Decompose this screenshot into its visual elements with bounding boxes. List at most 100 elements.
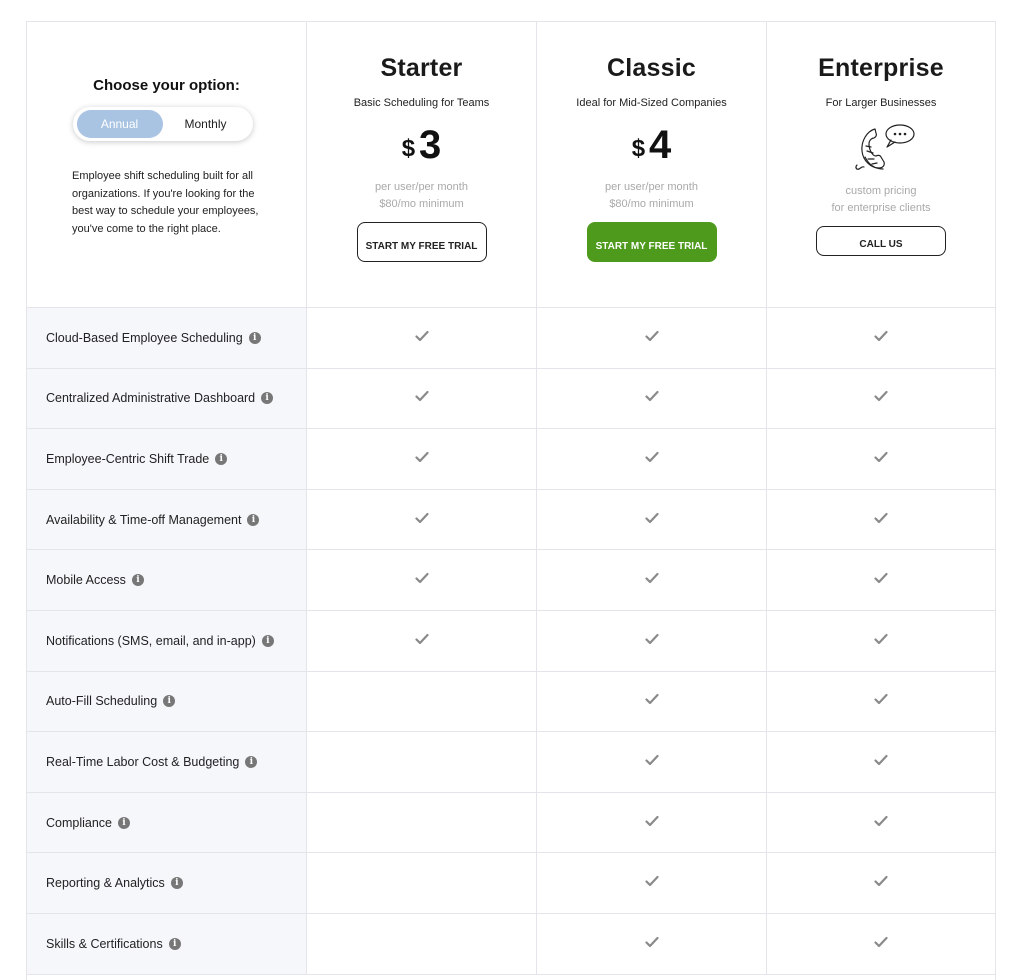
feature-cell-starter [307, 913, 537, 974]
call-us-button[interactable]: CALL US [816, 226, 946, 256]
checkmark-icon [414, 450, 429, 468]
feature-row: Employee-Centric Shift Trade i [27, 429, 995, 490]
option-selector-panel: Choose your option: Annual Monthly Emplo… [27, 22, 307, 307]
checkmark-icon [874, 329, 888, 347]
feature-cell-classic [537, 550, 767, 610]
checkmark-icon [414, 329, 429, 347]
info-icon[interactable]: i [118, 816, 131, 829]
info-icon[interactable]: i [248, 331, 261, 344]
feature-label-cell: Centralized Administrative Dashboard i [27, 368, 307, 429]
feature-label: Reporting & Analytics [46, 876, 165, 891]
start-free-trial-button[interactable]: START MY FREE TRIAL [356, 222, 487, 262]
plan-subtitle: For Larger Businesses [825, 97, 937, 109]
feature-cell-classic [537, 671, 767, 732]
plan-name: Classic [607, 54, 696, 82]
feature-label: Skills & Certifications [46, 936, 163, 951]
plan-name: Starter [380, 54, 463, 82]
option-title: Choose your option: [93, 77, 240, 94]
feature-cell-enterprise [767, 369, 995, 429]
feature-cell-classic [537, 913, 767, 974]
info-icon[interactable]: i [247, 513, 260, 526]
billing-toggle[interactable]: Annual Monthly [72, 107, 253, 141]
checkmark-icon [644, 389, 659, 407]
feature-cell-starter [307, 610, 537, 671]
info-icon[interactable]: i [261, 634, 274, 647]
plan-note: custom pricing for enterprise clients [767, 183, 995, 217]
info-icon[interactable]: i [170, 877, 183, 890]
pricing-header-row: Choose your option: Annual Monthly Emplo… [27, 22, 995, 308]
feature-cell-enterprise [767, 853, 995, 913]
checkmark-icon [414, 571, 429, 589]
feature-label: Mobile Access [46, 573, 126, 588]
info-icon[interactable]: i [163, 695, 176, 708]
price-amount: 4 [649, 123, 672, 167]
feature-row: Availability & Time-off Management i [27, 489, 995, 551]
feature-cell-classic [537, 853, 767, 913]
checkmark-icon [874, 814, 888, 832]
feature-rows: Cloud-Based Employee Scheduling i Centrali… [27, 308, 995, 975]
feature-label: Notifications (SMS, email, and in-app) [46, 633, 256, 648]
info-icon[interactable]: i [168, 937, 181, 950]
feature-label-cell: Skills & Certifications i [27, 913, 307, 974]
checkmark-icon [414, 632, 429, 650]
info-icon[interactable]: i [245, 755, 258, 768]
feature-row: Cloud-Based Employee Scheduling i [27, 308, 995, 369]
feature-cell-enterprise [767, 490, 995, 550]
checkmark-icon [874, 632, 888, 650]
checkmark-icon [874, 753, 888, 771]
phone-chat-icon [767, 121, 995, 171]
feature-cell-enterprise [767, 550, 995, 610]
feature-cell-starter [307, 308, 537, 368]
feature-cell-enterprise [767, 611, 995, 671]
checkmark-icon [644, 692, 659, 710]
checkmark-icon [874, 935, 888, 953]
feature-cell-starter [307, 732, 537, 792]
plan-starter: Starter Basic Scheduling for Teams $ 3 p… [307, 22, 537, 307]
feature-label-cell: Real-Time Labor Cost & Budgeting i [27, 732, 307, 792]
feature-cell-classic [537, 792, 767, 853]
feature-cell-classic [537, 489, 767, 550]
feature-cell-enterprise [767, 732, 995, 792]
feature-cell-classic [537, 429, 767, 489]
plan-note-line1: per user/per month [375, 181, 468, 193]
info-icon[interactable]: i [261, 392, 274, 405]
feature-label: Cloud-Based Employee Scheduling [46, 330, 243, 345]
feature-cell-enterprise [767, 672, 995, 732]
feature-cell-classic [537, 610, 767, 671]
plan-note-line2: $80/mo minimum [379, 198, 464, 210]
feature-label-cell: Cloud-Based Employee Scheduling i [27, 308, 307, 368]
plan-price: $ 4 [537, 123, 766, 167]
feature-row: Compliance i [27, 792, 995, 854]
feature-cell-enterprise [767, 793, 995, 853]
feature-cell-starter [307, 429, 537, 489]
checkmark-icon [644, 450, 659, 468]
toggle-annual[interactable]: Annual [76, 110, 163, 138]
plan-note-line2: $80/mo minimum [609, 198, 694, 210]
checkmark-icon [644, 329, 659, 347]
checkmark-icon [414, 389, 429, 407]
price-amount: 3 [419, 123, 442, 167]
feature-label: Employee-Centric Shift Trade [46, 451, 210, 466]
plan-classic: Classic Ideal for Mid-Sized Companies $ … [537, 22, 767, 307]
feature-label: Centralized Administrative Dashboard [46, 391, 256, 406]
feature-cell-starter [307, 368, 537, 429]
checkmark-icon [874, 692, 888, 710]
feature-row: Real-Time Labor Cost & Budgeting i [27, 732, 995, 793]
feature-label-cell: Employee-Centric Shift Trade i [27, 429, 307, 489]
currency-symbol: $ [401, 135, 416, 162]
info-icon[interactable]: i [131, 574, 144, 587]
checkmark-icon [644, 632, 659, 650]
info-icon[interactable]: i [215, 452, 228, 465]
plan-enterprise: Enterprise For Larger Businesses custom … [767, 22, 995, 307]
feature-label-cell: Availability & Time-off Management i [27, 489, 307, 550]
checkmark-icon [874, 874, 888, 892]
start-free-trial-button[interactable]: START MY FREE TRIAL [586, 222, 717, 262]
toggle-monthly[interactable]: Monthly [163, 110, 249, 138]
feature-cell-enterprise [767, 308, 995, 368]
feature-row: Reporting & Analytics i [27, 853, 995, 914]
feature-label: Auto-Fill Scheduling [46, 694, 158, 709]
feature-cell-starter [307, 550, 537, 610]
feature-cell-classic [537, 308, 767, 368]
plan-subtitle: Basic Scheduling for Teams [353, 97, 490, 109]
feature-label-cell: Notifications (SMS, email, and in-app) i [27, 610, 307, 671]
